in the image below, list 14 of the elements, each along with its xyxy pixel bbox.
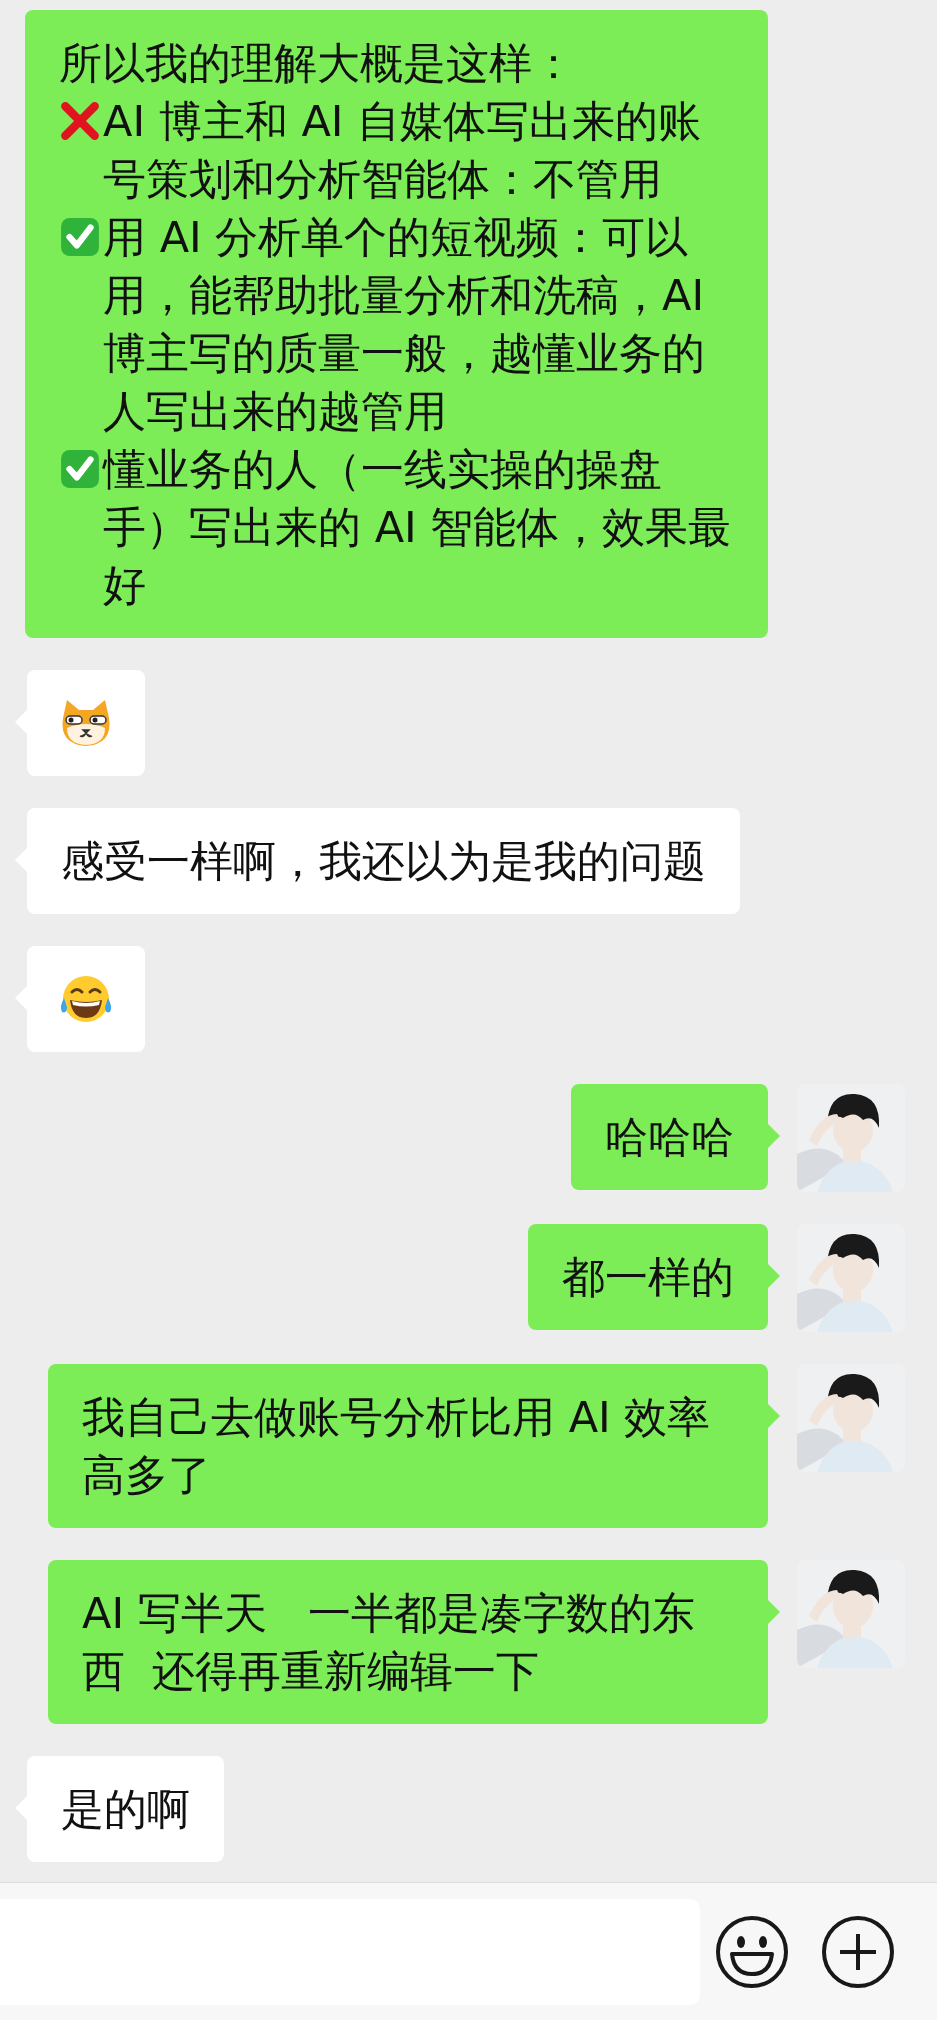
more-button[interactable] [820, 1913, 896, 1990]
plus-icon [820, 1913, 896, 1990]
message-text: 哈哈哈 [605, 1111, 734, 1164]
message-text: AI 博主和 AI 自媒体写出来的账号策划和分析智能体：不管用 [103, 95, 703, 206]
emoji-icon [714, 1913, 790, 1990]
message-text: 我自己去做账号分析比用 AI 效率高多了 [82, 1391, 712, 1502]
message-text: AI 写半天 一半都是凑字数的东西 还得再重新编辑一下 [82, 1587, 696, 1698]
emoji-button[interactable] [714, 1913, 790, 1990]
message-text: 所以我的理解大概是这样： [59, 37, 575, 90]
message-text: 懂业务的人（一线实操的操盘手）写出来的 AI 智能体，效果最好 [103, 443, 733, 612]
message-text: 用 AI 分析单个的短视频：可以用，能帮助批量分析和洗稿，AI 博主写的质量一般，越懂业务的人写出来的越管用 [103, 211, 706, 438]
message-text: 感受一样啊，我还以为是我的问题 [61, 835, 706, 888]
message-text: 是的啊 [61, 1783, 190, 1836]
message-text: 都一样的 [562, 1251, 734, 1304]
